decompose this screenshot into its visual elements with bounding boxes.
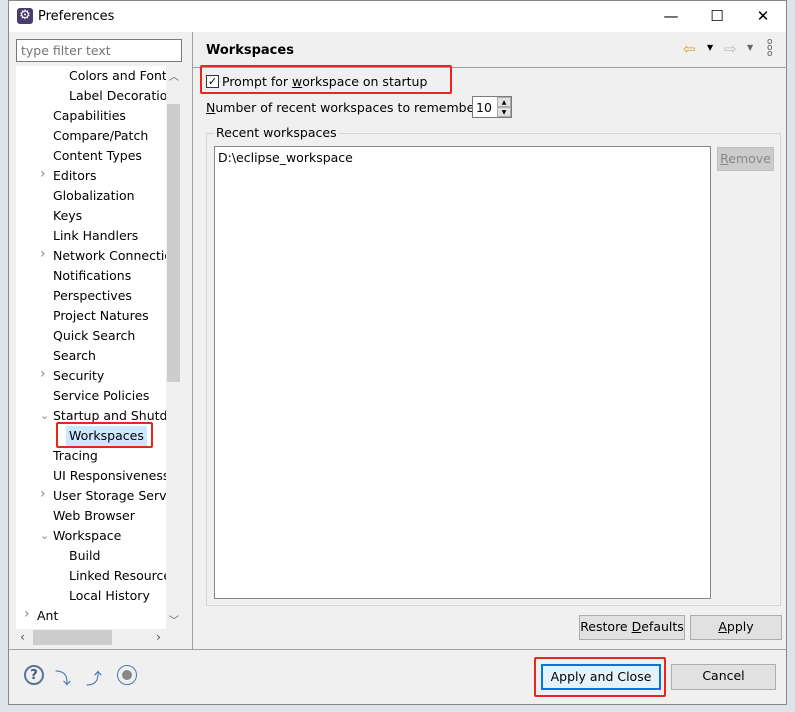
tree-item[interactable]: Capabilities [53,106,126,126]
back-arrow-icon[interactable]: ⇦ [683,40,696,58]
recent-count-spinner[interactable]: 10 ▲ ▼ [472,96,512,118]
record-icon[interactable] [117,665,137,685]
title-bar: ⚙ Preferences — ☐ ✕ [9,1,786,32]
tree-item[interactable]: Quick Search [53,326,135,346]
export-icon[interactable]: ⤴ [86,665,108,688]
eclipse-gear-icon: ⚙ [17,8,33,24]
tree-item[interactable]: Web Browser [53,506,135,526]
chevron-right-icon[interactable]: › [40,366,46,382]
tree-item[interactable]: Ant [37,606,58,626]
tree-item[interactable]: Workspace [53,526,121,546]
cancel-button[interactable]: Cancel [671,664,776,690]
help-icon[interactable]: ? [24,665,44,685]
tree-vertical-scrollbar[interactable]: ︿ ﹀ [166,66,181,629]
tree-item[interactable]: Security [53,366,104,386]
page-title: Workspaces [206,43,294,58]
tree-item[interactable]: Build [69,546,100,566]
preference-tree: Colors and FontsLabel DecorationsCapabil… [16,66,166,629]
scroll-down-icon[interactable]: ﹀ [169,612,179,627]
scroll-left-icon[interactable]: ‹ [20,629,25,644]
filter-input[interactable] [16,39,182,62]
chevron-right-icon[interactable]: › [40,166,46,182]
tree-item[interactable]: Content Types [53,146,142,166]
scroll-right-icon[interactable]: › [156,629,161,644]
import-icon[interactable]: ⤵ [55,665,77,688]
workspace-list-item[interactable]: D:\eclipse_workspace [218,148,353,168]
footer-separator [9,649,786,650]
tree-item[interactable]: Globalization [53,186,135,206]
tree-item[interactable]: Editors [53,166,97,186]
remove-button[interactable]: Remove [717,147,774,171]
close-button[interactable]: ✕ [740,1,786,32]
chevron-right-icon[interactable]: › [40,246,46,262]
forward-menu-chevron-icon[interactable]: ▼ [747,43,753,52]
tree-item[interactable]: Link Handlers [53,226,138,246]
tree-item[interactable]: Search [53,346,96,366]
chevron-down-icon[interactable]: ⌄ [40,409,49,422]
tree-item[interactable]: Network Connections [53,246,166,266]
tree-item[interactable]: Compare/Patch [53,126,148,146]
sash-divider[interactable] [192,32,193,649]
tree-item[interactable]: Keys [53,206,82,226]
highlight-apply-and-close [534,657,666,697]
spinner-value[interactable]: 10 [476,100,492,115]
tree-item[interactable]: Service Policies [53,386,149,406]
restore-defaults-button[interactable]: Restore Defaults [579,615,685,640]
tree-item[interactable]: User Storage Service [53,486,166,506]
tree-item[interactable]: Perspectives [53,286,132,306]
back-menu-chevron-icon[interactable]: ▼ [707,43,713,52]
tree-item[interactable]: Notifications [53,266,131,286]
chevron-right-icon[interactable]: › [24,606,30,622]
tree-item[interactable]: Colors and Fonts [69,66,166,86]
view-menu-icon[interactable]: ooo [767,38,773,59]
highlight-prompt-checkbox [200,65,452,94]
spinner-down-icon[interactable]: ▼ [497,107,511,117]
group-title: Recent workspaces [214,125,339,140]
scroll-up-icon[interactable]: ︿ [169,68,179,83]
chevron-right-icon[interactable]: › [40,486,46,502]
apply-button[interactable]: Apply [690,615,782,640]
chevron-down-icon[interactable]: ⌄ [40,529,49,542]
tree-item[interactable]: UI Responsiveness [53,466,166,486]
tree-item[interactable]: Label Decorations [69,86,166,106]
workspace-list[interactable]: D:\eclipse_workspace [214,146,711,599]
scroll-thumb[interactable] [167,104,180,382]
maximize-button[interactable]: ☐ [694,1,740,32]
minimize-button[interactable]: — [648,1,694,32]
window-title: Preferences [38,9,115,24]
preferences-dialog: ⚙ Preferences — ☐ ✕ Colors and FontsLabe… [8,0,787,705]
tree-horizontal-scrollbar[interactable]: ‹ › [16,629,166,646]
tree-item[interactable]: Tracing [53,446,98,466]
highlight-workspaces-item [56,422,153,448]
tree-item[interactable]: Local History [69,586,150,606]
hscroll-thumb[interactable] [33,630,112,645]
spinner-up-icon[interactable]: ▲ [497,97,511,107]
tree-item[interactable]: Project Natures [53,306,149,326]
recent-count-label: Number of recent workspaces to remember: [206,100,484,115]
forward-arrow-icon[interactable]: ⇨ [724,40,737,58]
tree-item[interactable]: Linked Resources [69,566,166,586]
